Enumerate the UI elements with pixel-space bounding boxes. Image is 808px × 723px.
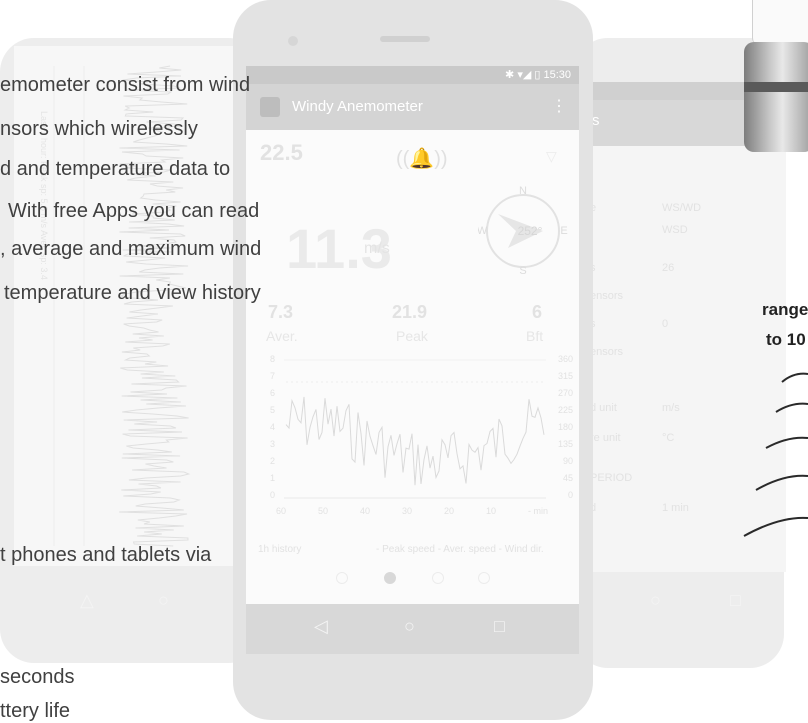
- page-dot-3[interactable]: [432, 572, 444, 584]
- setting-label: ensors: [590, 346, 624, 358]
- page-dot-2[interactable]: [384, 572, 396, 584]
- setting-label: ensors: [590, 290, 624, 302]
- right-axis-tick: 90: [562, 456, 573, 466]
- stat-aver-value: 7.3: [268, 302, 294, 322]
- bottom-axis-tick: - min: [528, 506, 548, 516]
- bottom-axis-tick: 30: [402, 506, 413, 516]
- right-axis-tick: 225: [557, 405, 573, 415]
- setting-label: PERIOD: [590, 472, 633, 484]
- wireless-signal-icon: [743, 372, 808, 537]
- sensor-body: [744, 42, 808, 152]
- filter-icon[interactable]: ▽: [546, 148, 557, 165]
- stat-bft-label: Bft: [526, 328, 544, 344]
- page-dot-4[interactable]: [478, 572, 490, 584]
- stat-bft-value: 6: [532, 302, 543, 322]
- setting-label: re unit: [590, 432, 621, 444]
- overlay-line-8: seconds: [0, 666, 75, 688]
- overlay-line-5: , average and maximum wind: [0, 238, 262, 260]
- compass-n: N: [519, 186, 527, 197]
- right-home-icon[interactable]: ○: [650, 590, 661, 611]
- right-axis-tick: 270: [557, 388, 573, 398]
- center-phone-screen: ✱ ▾◢ ▯ 15:30 Windy Anemometer ⋮ 22.5 ((🔔…: [246, 66, 579, 608]
- setting-value[interactable]: WSD: [662, 224, 688, 236]
- right-axis-tick: 45: [562, 473, 573, 483]
- sensor-ring: [744, 82, 808, 92]
- compass-w: W: [478, 225, 488, 237]
- setting-value[interactable]: °C: [662, 432, 674, 444]
- sensor-cap: [752, 0, 808, 44]
- range-label-line-2: to 10: [766, 330, 806, 349]
- stat-peak-label: Peak: [396, 328, 428, 344]
- setting-value[interactable]: 1 min: [662, 502, 689, 514]
- left-axis-tick: 4: [270, 422, 276, 432]
- left-axis-tick: 3: [270, 439, 276, 449]
- bottom-axis-tick: 50: [318, 506, 329, 516]
- app-title: Windy Anemometer: [292, 98, 423, 115]
- bottom-axis-tick: 60: [276, 506, 287, 516]
- overlay-line-1: emometer consist from wind: [0, 74, 251, 96]
- overlay-line-6: temperature and view history: [4, 282, 261, 304]
- compass-direction: 252°: [518, 224, 543, 238]
- left-axis-tick: 2: [270, 456, 276, 466]
- home-icon[interactable]: ○: [404, 616, 415, 637]
- right-axis-tick: 180: [557, 422, 573, 432]
- left-axis-tick: 5: [270, 405, 276, 415]
- overlay-line-2: nsors which wirelessly: [0, 118, 198, 140]
- compass-s: S: [519, 265, 526, 276]
- right-axis-tick: 0: [567, 490, 573, 500]
- top-speed-value: 22.5: [260, 140, 303, 165]
- left-axis-tick: 1: [270, 473, 276, 483]
- overlay-line-7: t phones and tablets via: [0, 544, 212, 566]
- setting-value[interactable]: m/s: [662, 402, 680, 414]
- left-axis-tick: 0: [270, 490, 276, 500]
- right-recents-icon[interactable]: □: [730, 590, 741, 611]
- overlay-line-4: With free Apps you can read: [8, 200, 260, 222]
- page-dot-1[interactable]: [336, 572, 348, 584]
- left-axis-tick: 7: [270, 371, 276, 381]
- status-bar: ✱ ▾◢ ▯ 15:30: [246, 66, 579, 84]
- bottom-axis-tick: 40: [360, 506, 371, 516]
- recents-icon[interactable]: □: [494, 616, 505, 637]
- left-home-icon[interactable]: ○: [158, 590, 169, 611]
- chart-legend: - Peak speed - Aver. speed - Wind dir.: [376, 544, 544, 555]
- right-settings-title: s: [592, 112, 600, 129]
- bottom-axis-tick: 20: [444, 506, 455, 516]
- history-label: 1h history: [258, 544, 302, 555]
- compass-e: E: [560, 225, 567, 237]
- setting-value[interactable]: WS/WD: [662, 202, 701, 214]
- compass-widget: N S E W 252°: [478, 186, 568, 276]
- right-axis-tick: 360: [557, 354, 573, 364]
- overflow-menu-icon[interactable]: ⋮: [551, 96, 567, 116]
- speed-unit: m/s: [364, 240, 390, 257]
- back-icon[interactable]: ◁: [314, 616, 328, 637]
- earpiece: [380, 36, 430, 42]
- left-back-icon[interactable]: △: [80, 590, 94, 611]
- setting-value[interactable]: 0: [662, 318, 668, 330]
- left-axis-tick: 6: [270, 388, 276, 398]
- front-camera: [288, 36, 298, 46]
- center-navbar: ◁ ○ □: [246, 604, 579, 654]
- status-icons: ✱ ▾◢ ▯ 15:30: [505, 69, 571, 81]
- setting-label: d unit: [590, 402, 617, 414]
- left-axis-tick: 8: [270, 354, 276, 364]
- right-axis-tick: 135: [557, 439, 573, 449]
- stat-aver-label: Aver.: [266, 328, 298, 344]
- stat-peak-value: 21.9: [392, 302, 428, 322]
- history-chart: [284, 359, 546, 499]
- overlay-line-3: d and temperature data to: [0, 158, 231, 180]
- alarm-bell-icon[interactable]: ((🔔)): [396, 146, 448, 171]
- app-bar: Windy Anemometer ⋮: [246, 84, 579, 130]
- range-label-line-1: range: [762, 300, 808, 319]
- app-logo-icon: [260, 97, 280, 117]
- setting-value[interactable]: 26: [662, 262, 674, 274]
- right-axis-tick: 315: [557, 371, 573, 381]
- bottom-axis-tick: 10: [486, 506, 497, 516]
